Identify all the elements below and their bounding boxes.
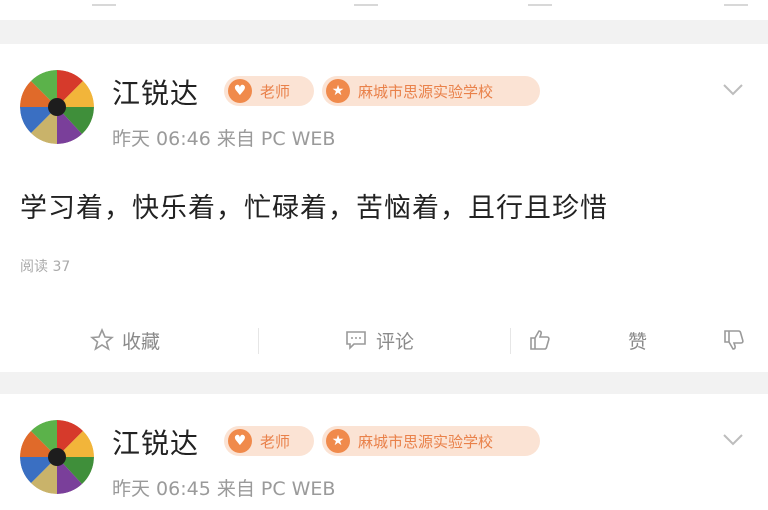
like-label: 赞 [628, 330, 648, 353]
read-count: 阅读 37 [20, 259, 71, 275]
previous-action-ghost [724, 0, 748, 6]
thumbs-down-icon [724, 330, 744, 350]
like-button[interactable] [528, 308, 560, 372]
favorite-label: 收藏 [122, 330, 161, 353]
chevron-down-icon[interactable] [722, 78, 744, 100]
author-name[interactable]: 江锐达 [112, 72, 199, 112]
post-meta: 昨天 06:45 来自 PC WEB [112, 478, 336, 500]
comment-label: 评论 [376, 330, 415, 353]
chevron-down-icon[interactable] [722, 428, 744, 450]
school-badge[interactable]: ★ 麻城市思源实验学校 [322, 426, 540, 456]
school-badge-label: 麻城市思源实验学校 [358, 432, 494, 451]
post-action-bar: 收藏 评论 赞 [0, 308, 768, 372]
dislike-button[interactable] [722, 308, 754, 372]
role-badge: ♥ 老师 [224, 76, 314, 106]
previous-action-ghost [92, 0, 116, 6]
role-badge-label: 老师 [260, 82, 291, 101]
star-badge-icon: ★ [326, 429, 350, 453]
avatar[interactable] [20, 70, 94, 144]
role-badge-label: 老师 [260, 432, 291, 451]
previous-action-ghost [354, 0, 378, 6]
star-badge-icon: ★ [326, 79, 350, 103]
school-badge-label: 麻城市思源实验学校 [358, 82, 494, 101]
post-card: 江锐达 ♥ 老师 ★ 麻城市思源实验学校 昨天 06:46 来自 PC WEB … [0, 44, 768, 310]
post-card: 江锐达 ♥ 老师 ★ 麻城市思源实验学校 昨天 06:45 来自 PC WEB [0, 394, 768, 510]
school-badge[interactable]: ★ 麻城市思源实验学校 [322, 76, 540, 106]
previous-post-footer [0, 0, 768, 20]
action-divider [258, 328, 259, 354]
role-badge: ♥ 老师 [224, 426, 314, 456]
favorite-button[interactable]: 收藏 [90, 308, 160, 372]
avatar-image [20, 70, 94, 144]
avatar[interactable] [20, 420, 94, 494]
action-divider [510, 328, 511, 354]
comment-button[interactable]: 评论 [344, 308, 414, 372]
avatar-image [20, 420, 94, 494]
like-count: 赞 [628, 308, 647, 372]
heart-badge-icon: ♥ [228, 429, 252, 453]
star-icon [90, 328, 114, 351]
post-content: 学习着，快乐着，忙碌着，苦恼着，且行且珍惜 [20, 193, 608, 224]
previous-action-ghost [528, 0, 552, 6]
heart-badge-icon: ♥ [228, 79, 252, 103]
thumbs-up-icon [530, 330, 550, 350]
post-meta: 昨天 06:46 来自 PC WEB [112, 128, 336, 150]
comment-icon [346, 331, 366, 350]
author-name[interactable]: 江锐达 [112, 422, 199, 462]
